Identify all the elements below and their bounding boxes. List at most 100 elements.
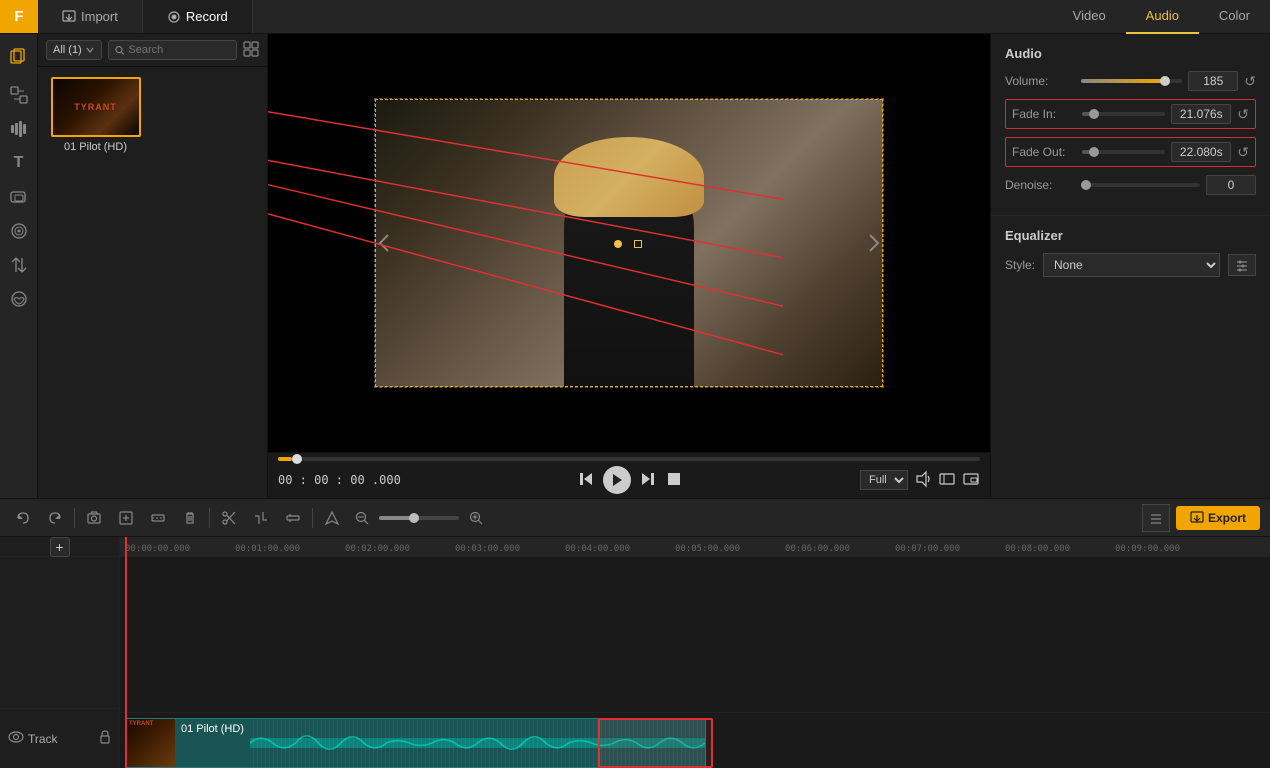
crop-button[interactable]: [248, 505, 274, 531]
grid-icon: [243, 41, 259, 57]
volume-icon[interactable]: [914, 470, 932, 491]
fade-out-row: Fade Out: 22.080s ↺: [1005, 137, 1256, 167]
progress-bar[interactable]: [278, 457, 980, 461]
sidebar-text-icon[interactable]: T: [4, 148, 34, 178]
media-panel: All (1) TYRANT: [38, 34, 268, 498]
tab-video-label: Video: [1073, 8, 1106, 23]
tab-record[interactable]: Record: [143, 0, 253, 33]
skip-back-button[interactable]: [577, 470, 595, 491]
overlay-icon: [10, 188, 28, 206]
preview-area: 00 : 00 : 00 .000: [268, 34, 990, 498]
skip-forward-button[interactable]: [639, 470, 657, 491]
media-item[interactable]: TYRANT 01 Pilot (HD): [48, 77, 143, 153]
tab-color[interactable]: Color: [1199, 0, 1270, 34]
right-controls: Full 1/2 1/4: [860, 470, 980, 491]
audio-section-title: Audio: [1005, 46, 1256, 61]
fullscreen-icon[interactable]: [938, 470, 956, 491]
sidebar-overlay-icon[interactable]: [4, 182, 34, 212]
audio-sidebar-icon: [10, 120, 28, 138]
equalizer-title: Equalizer: [1005, 228, 1256, 243]
timeline-toolbar: Export: [0, 499, 1270, 537]
search-input[interactable]: [128, 44, 230, 56]
sidebar-transitions2-icon[interactable]: [4, 250, 34, 280]
tab-color-label: Color: [1219, 8, 1250, 23]
media-search-box[interactable]: [108, 40, 237, 60]
add-clip-button[interactable]: [113, 505, 139, 531]
redo-button[interactable]: [42, 505, 68, 531]
volume-label: Volume:: [1005, 74, 1075, 88]
tracks-body: TYRANT 01 Pilot (HD): [120, 557, 1270, 768]
tab-record-label: Record: [186, 9, 228, 24]
volume-reset-icon[interactable]: ↺: [1244, 73, 1256, 90]
equalizer-style-select[interactable]: None Bass Treble: [1043, 253, 1220, 277]
effects-icon: [10, 222, 28, 240]
track-lock-icon[interactable]: [99, 730, 111, 747]
tab-video[interactable]: Video: [1053, 0, 1126, 34]
zoom-out-button[interactable]: [351, 507, 373, 529]
denoise-label: Denoise:: [1005, 178, 1075, 192]
video-track-row: TYRANT 01 Pilot (HD): [120, 712, 1270, 768]
fade-in-reset-icon[interactable]: ↺: [1237, 106, 1249, 123]
timeline-settings-button[interactable]: [1142, 504, 1170, 532]
snapshot-button[interactable]: [81, 505, 107, 531]
video-dot2: [634, 240, 642, 248]
right-panel: Audio Volume: 185 ↺ Fade In:: [990, 34, 1270, 498]
media-thumbnail: TYRANT: [51, 77, 141, 137]
transitions-icon: [10, 86, 28, 104]
timeline-clip[interactable]: TYRANT 01 Pilot (HD): [126, 718, 706, 768]
track-info: Track: [0, 708, 119, 768]
import-icon: [62, 10, 76, 24]
app-logo: F: [0, 0, 38, 33]
style-label: Style:: [1005, 258, 1035, 272]
tab-import[interactable]: Import: [38, 0, 143, 33]
timeline-body: + Track: [0, 537, 1270, 768]
play-button[interactable]: [603, 466, 631, 494]
denoise-row: Denoise: 0: [1005, 175, 1256, 195]
media-item-name: 01 Pilot (HD): [64, 141, 127, 153]
cut-button[interactable]: [216, 505, 242, 531]
video-frame: [374, 98, 884, 388]
sticker-icon: [10, 290, 28, 308]
timeline-tracks-area[interactable]: 00:00:00.000 00:01:00.000 00:02:00.000 0…: [120, 537, 1270, 768]
sidebar-audio-icon[interactable]: [4, 114, 34, 144]
sidebar-effects-icon[interactable]: [4, 216, 34, 246]
equalizer-settings-button[interactable]: [1228, 254, 1256, 276]
fade-in-slider[interactable]: [1082, 112, 1165, 116]
delete-button[interactable]: [177, 505, 203, 531]
tab-audio[interactable]: Audio: [1126, 0, 1199, 34]
pip-icon[interactable]: [962, 470, 980, 491]
track-visibility-icon[interactable]: [8, 731, 24, 746]
add-track-button[interactable]: +: [50, 537, 70, 557]
adjust-button[interactable]: [280, 505, 306, 531]
add-track-area[interactable]: +: [0, 537, 119, 557]
playback-controls: 00 : 00 : 00 .000: [268, 452, 990, 498]
playhead: [125, 557, 127, 768]
sidebar-media-icon[interactable]: [4, 42, 34, 72]
media-filter-dropdown[interactable]: All (1): [46, 40, 102, 60]
timeline-area: Export + Track: [0, 498, 1270, 768]
track-name: Track: [28, 732, 95, 746]
export-icon: [1190, 511, 1204, 525]
undo-button[interactable]: [10, 505, 36, 531]
fade-out-value: 22.080s: [1171, 142, 1231, 162]
denoise-slider[interactable]: [1081, 183, 1200, 187]
zoom-slider[interactable]: [379, 516, 459, 520]
quality-select[interactable]: Full 1/2 1/4: [860, 470, 908, 490]
time-display: 00 : 00 : 00 .000: [278, 473, 401, 487]
zoom-in-button[interactable]: [465, 507, 487, 529]
stop-button[interactable]: [665, 470, 683, 491]
detach-audio-button[interactable]: [145, 505, 171, 531]
nav-right-arrow[interactable]: [865, 99, 883, 387]
volume-slider[interactable]: [1081, 79, 1182, 83]
media-panel-header: All (1): [38, 34, 267, 67]
text-icon-char: T: [14, 154, 24, 172]
marker-button[interactable]: [319, 505, 345, 531]
search-icon: [115, 45, 125, 56]
sidebar-sticker-icon[interactable]: [4, 284, 34, 314]
sidebar-transitions-icon[interactable]: [4, 80, 34, 110]
fade-out-reset-icon[interactable]: ↺: [1237, 144, 1249, 161]
nav-left-arrow[interactable]: [375, 99, 393, 387]
fade-out-slider[interactable]: [1082, 150, 1165, 154]
export-button[interactable]: Export: [1176, 506, 1260, 530]
grid-view-button[interactable]: [243, 41, 259, 60]
